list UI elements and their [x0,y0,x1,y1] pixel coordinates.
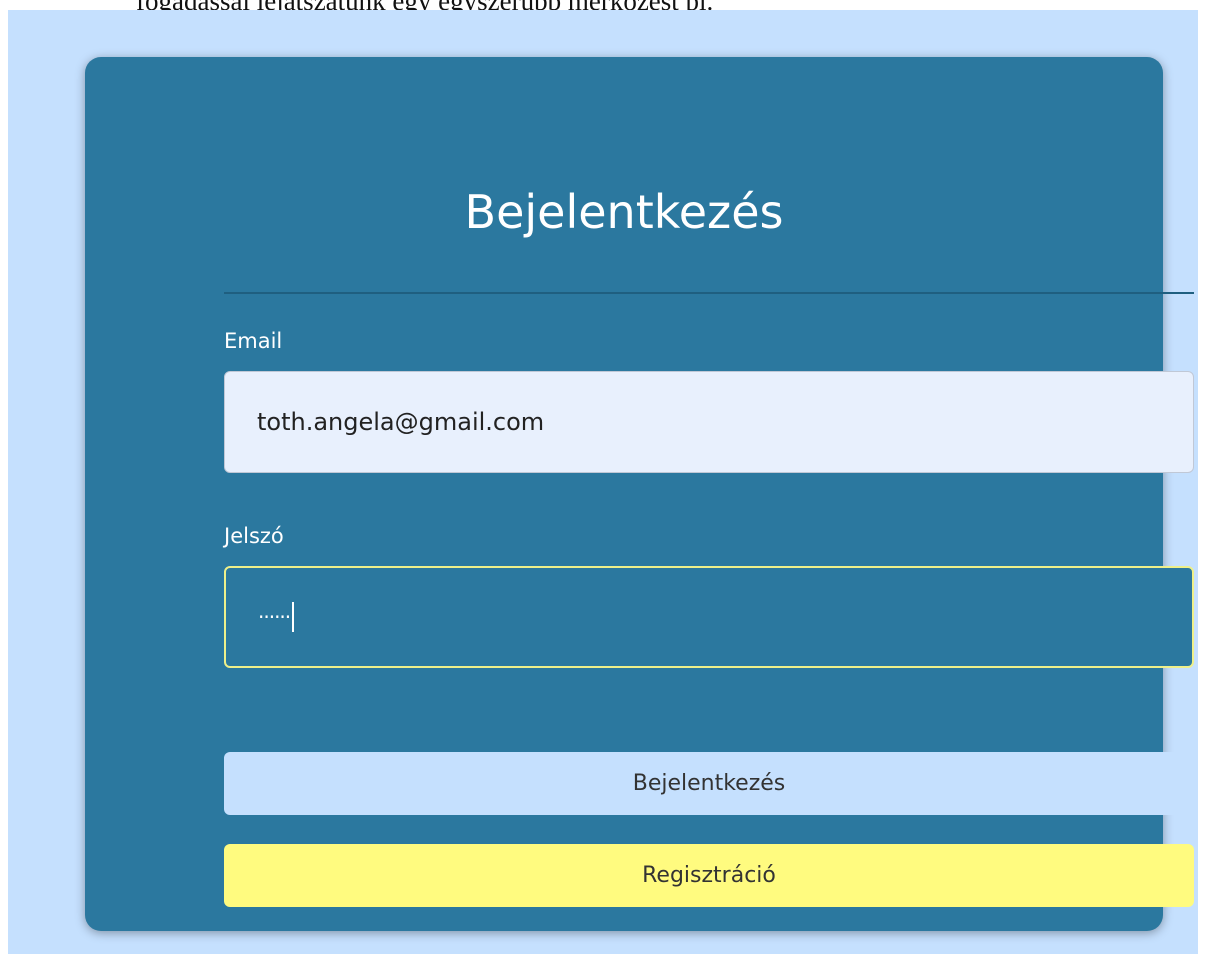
email-input-value: toth.angela@gmail.com [257,408,545,436]
register-button[interactable]: Regisztráció [224,844,1194,907]
login-button[interactable]: Bejelentkezés [224,752,1194,815]
login-title: Bejelentkezés [464,185,784,239]
password-input[interactable]: ······ [224,566,1194,668]
email-input[interactable]: toth.angela@gmail.com [224,371,1194,473]
text-caret [292,602,295,632]
title-divider [224,292,1194,294]
password-masked-value: ······ [258,605,291,629]
email-label: Email [224,329,283,353]
password-label: Jelszó [224,524,284,548]
